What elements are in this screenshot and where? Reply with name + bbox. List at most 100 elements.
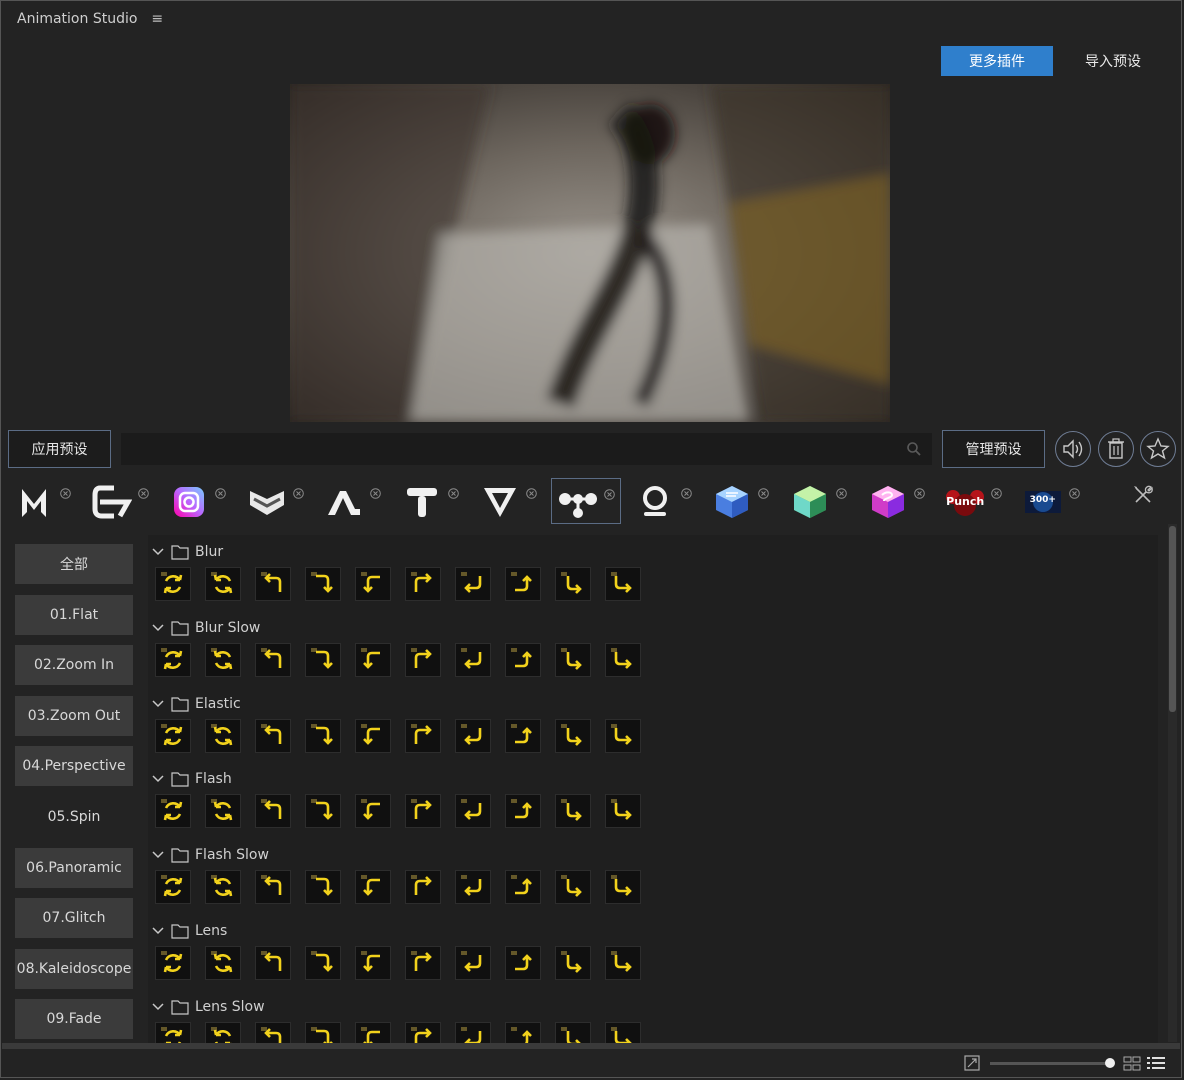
preset-thumbnail[interactable] [505, 642, 541, 677]
preset-thumbnail[interactable] [305, 870, 341, 905]
preset-thumbnail[interactable] [255, 642, 291, 677]
chevron-down-icon[interactable] [151, 697, 165, 711]
preset-group-header[interactable]: Flash Slow [151, 844, 269, 866]
delete-button[interactable] [1098, 431, 1134, 467]
close-icon[interactable] [758, 484, 770, 499]
preset-thumbnail[interactable] [555, 946, 591, 980]
hamburger-menu-icon[interactable]: ≡ [151, 11, 163, 27]
plugin-v-tab[interactable] [474, 478, 544, 524]
preset-thumbnail[interactable] [155, 567, 191, 601]
grid-view-icon[interactable] [1123, 1056, 1141, 1071]
preset-thumbnail[interactable] [355, 946, 391, 980]
preset-thumbnail[interactable] [555, 718, 591, 753]
category-button[interactable]: 08.Kaleidoscope [15, 948, 133, 989]
preset-thumbnail[interactable] [605, 946, 641, 980]
preset-thumbnail[interactable] [455, 946, 491, 980]
preset-thumbnail[interactable] [405, 567, 441, 601]
preset-thumbnail[interactable] [555, 794, 591, 829]
preset-thumbnail[interactable] [255, 946, 291, 980]
close-icon[interactable] [448, 484, 459, 499]
category-button[interactable]: 03.Zoom Out [15, 695, 133, 736]
preset-thumbnail[interactable] [605, 718, 641, 753]
preset-thumbnail[interactable] [155, 946, 191, 980]
preset-thumbnail[interactable] [205, 794, 241, 829]
preset-thumbnail[interactable] [605, 567, 641, 601]
preset-thumbnail[interactable] [455, 718, 491, 753]
preset-thumbnail[interactable] [605, 1021, 641, 1043]
preset-thumbnail[interactable] [205, 946, 241, 980]
preset-thumbnail[interactable] [155, 642, 191, 677]
list-view-icon[interactable] [1146, 1055, 1166, 1071]
scrollbar-thumb[interactable] [1169, 526, 1176, 712]
scrollbar[interactable] [1168, 524, 1177, 1042]
plugin-e-tab[interactable] [86, 478, 156, 524]
preset-group-header[interactable]: Flash [151, 768, 232, 790]
close-icon[interactable] [991, 484, 1002, 499]
close-icon[interactable] [680, 484, 692, 499]
close-icon[interactable] [292, 484, 304, 499]
plugin-instagram-tab[interactable] [163, 478, 233, 524]
preset-thumbnail[interactable] [255, 567, 291, 601]
plugin-chevron-badge-tab[interactable] [241, 478, 311, 524]
plugin-punch-tab[interactable]: Punch [939, 478, 1009, 524]
preset-thumbnail[interactable] [155, 1021, 191, 1043]
preset-thumbnail[interactable] [305, 1021, 341, 1043]
zoom-slider-knob[interactable] [1105, 1058, 1115, 1068]
sound-button[interactable] [1055, 431, 1091, 467]
category-button[interactable]: 06.Panoramic [15, 847, 133, 888]
preset-group-header[interactable]: Blur Slow [151, 617, 260, 639]
preset-thumbnail[interactable] [355, 794, 391, 829]
close-icon[interactable] [836, 484, 847, 499]
category-button[interactable]: 07.Glitch [15, 898, 133, 939]
preset-thumbnail[interactable] [405, 870, 441, 905]
preset-thumbnail[interactable] [305, 718, 341, 753]
preset-group-header[interactable]: Blur [151, 541, 223, 563]
preset-thumbnail[interactable] [455, 567, 491, 601]
close-icon[interactable] [215, 484, 226, 499]
close-icon[interactable] [604, 485, 615, 500]
chevron-down-icon[interactable] [151, 1000, 165, 1014]
category-button[interactable]: 04.Perspective [15, 746, 133, 787]
plugin-pink-cube-tab[interactable] [862, 478, 932, 524]
preset-group-header[interactable]: Elastic [151, 693, 241, 715]
preset-thumbnail[interactable] [505, 567, 541, 601]
close-icon[interactable] [525, 484, 537, 499]
preset-group-header[interactable]: Lens [151, 920, 227, 942]
preset-thumbnail[interactable] [305, 642, 341, 677]
preset-thumbnail[interactable] [155, 794, 191, 829]
category-button[interactable]: 09.Fade [15, 999, 133, 1040]
fit-view-icon[interactable] [964, 1055, 980, 1071]
import-preset-button[interactable]: 导入预设 [1065, 46, 1161, 76]
chevron-down-icon[interactable] [151, 772, 165, 786]
preset-thumbnail[interactable] [255, 794, 291, 829]
preset-thumbnail[interactable] [355, 642, 391, 677]
search-input[interactable] [121, 433, 903, 465]
preset-thumbnail[interactable] [355, 870, 391, 905]
close-icon[interactable] [913, 484, 925, 499]
preset-thumbnail[interactable] [205, 718, 241, 753]
apply-preset-button[interactable]: 应用预设 [8, 430, 111, 468]
preset-thumbnail[interactable] [205, 870, 241, 905]
preset-thumbnail[interactable] [605, 642, 641, 677]
preset-group-header[interactable]: Lens Slow [151, 996, 265, 1018]
preset-thumbnail[interactable] [305, 567, 341, 601]
plugin-green-cube-tab[interactable] [784, 478, 854, 524]
preset-thumbnail[interactable] [605, 794, 641, 829]
plugin-t-tab[interactable] [396, 478, 466, 524]
close-icon[interactable] [370, 484, 382, 499]
favorite-button[interactable] [1140, 431, 1176, 467]
preset-thumbnail[interactable] [255, 1021, 291, 1043]
preset-thumbnail[interactable] [455, 642, 491, 677]
preset-thumbnail[interactable] [155, 870, 191, 905]
preset-thumbnail[interactable] [355, 1021, 391, 1043]
preset-thumbnail[interactable] [205, 567, 241, 601]
category-button[interactable]: 02.Zoom In [15, 645, 133, 686]
preset-thumbnail[interactable] [405, 794, 441, 829]
category-button[interactable]: 01.Flat [15, 594, 133, 635]
category-button[interactable]: 全部 [15, 544, 133, 584]
preset-thumbnail[interactable] [455, 870, 491, 905]
more-plugins-button[interactable]: 更多插件 [941, 46, 1053, 76]
preset-thumbnail[interactable] [255, 718, 291, 753]
plugin-nodes-tab[interactable] [551, 478, 622, 524]
preset-thumbnail[interactable] [355, 567, 391, 601]
